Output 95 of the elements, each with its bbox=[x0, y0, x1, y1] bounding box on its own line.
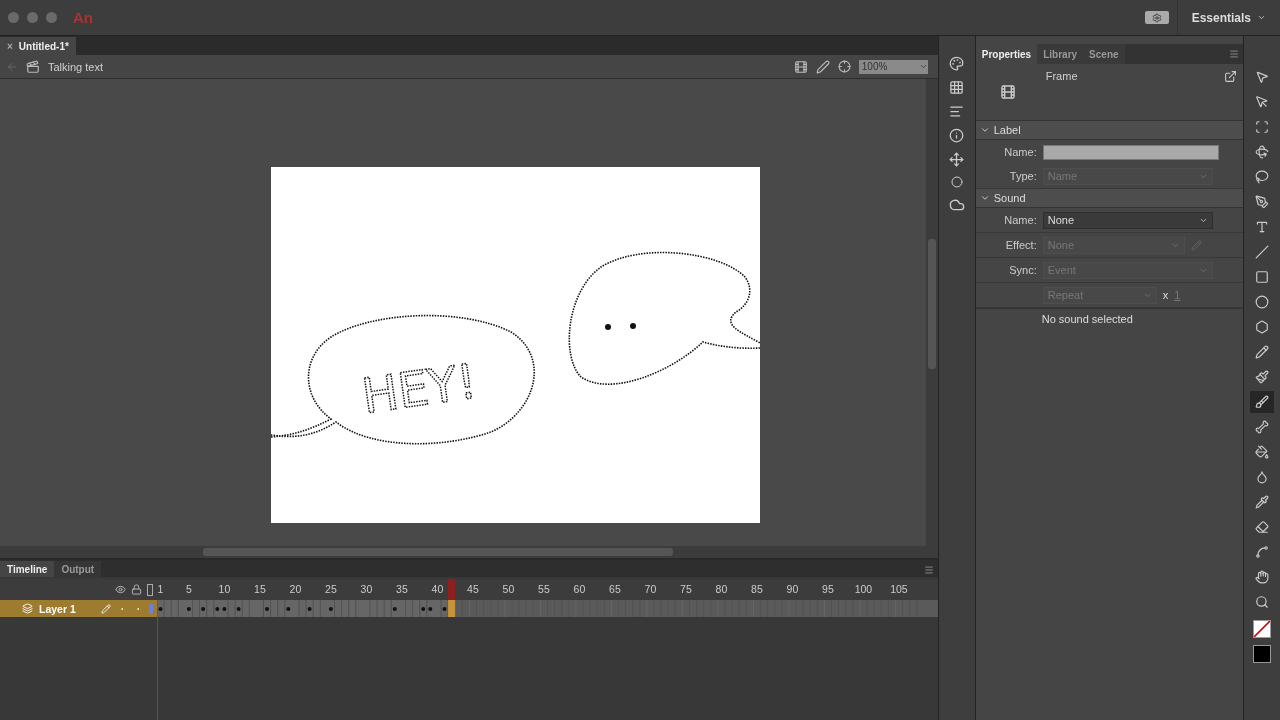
align-icon[interactable] bbox=[949, 104, 965, 119]
field-label: Sync: bbox=[1008, 264, 1037, 276]
panel-tab[interactable]: Library bbox=[1037, 44, 1084, 64]
frame-number: 95 bbox=[822, 583, 834, 595]
frame-cells-drawing[interactable] bbox=[157, 600, 938, 617]
frame-number: 25 bbox=[325, 583, 337, 595]
grid-icon[interactable] bbox=[949, 80, 965, 95]
lock-icon[interactable] bbox=[131, 584, 142, 595]
eyes-drawing bbox=[605, 323, 636, 330]
eraser-icon bbox=[1255, 520, 1270, 534]
close-icon[interactable]: × bbox=[7, 40, 13, 52]
document-title: Untitled-1* bbox=[18, 40, 69, 52]
frame-icon[interactable] bbox=[999, 84, 1016, 100]
arrow-icon bbox=[1255, 70, 1270, 84]
frame-number: 15 bbox=[254, 583, 266, 595]
pencil-icon bbox=[1255, 345, 1270, 359]
sync-settings-icon[interactable] bbox=[1144, 11, 1169, 24]
hexagon-icon bbox=[1255, 320, 1270, 334]
tool-button[interactable] bbox=[1250, 391, 1275, 413]
text-icon bbox=[1255, 220, 1270, 234]
pointer-icon bbox=[1255, 95, 1270, 109]
zoom-field[interactable]: 100% bbox=[858, 59, 928, 74]
pen-icon bbox=[1255, 195, 1270, 209]
sphere-icon bbox=[1255, 145, 1270, 159]
caret-icon bbox=[918, 62, 928, 71]
frame-number: 75 bbox=[680, 583, 692, 595]
help-icon[interactable] bbox=[1224, 70, 1238, 83]
frame-number: 80 bbox=[715, 583, 728, 595]
fill-color-swatch[interactable] bbox=[1253, 645, 1272, 663]
app-logo: An bbox=[73, 9, 93, 26]
frame-number: 55 bbox=[538, 583, 550, 595]
panel-title: Frame bbox=[1045, 70, 1078, 84]
brush-icon bbox=[1255, 395, 1270, 409]
eye-icon[interactable] bbox=[115, 584, 126, 595]
panel-tab[interactable]: Properties bbox=[975, 44, 1038, 64]
bone-icon bbox=[1255, 420, 1270, 434]
panel-tab[interactable]: Scene bbox=[1083, 44, 1125, 64]
document-tab[interactable]: × Untitled-1* bbox=[0, 37, 76, 55]
search-icon bbox=[1255, 595, 1270, 609]
frame-number: 100 bbox=[854, 583, 873, 595]
circle-icon bbox=[1255, 295, 1270, 309]
frame-number: 70 bbox=[644, 583, 657, 595]
dropdown[interactable]: None bbox=[1042, 211, 1213, 229]
frame-number: 45 bbox=[467, 583, 479, 595]
stroke-color-swatch[interactable] bbox=[1253, 620, 1272, 638]
name-field[interactable] bbox=[1042, 144, 1219, 160]
outline-icon[interactable] bbox=[147, 583, 153, 596]
field-label: Effect: bbox=[1004, 239, 1037, 251]
stage-text: HEY! bbox=[358, 352, 481, 424]
frame-number: 30 bbox=[360, 583, 373, 595]
field-label: Name: bbox=[1003, 146, 1037, 158]
info-icon[interactable] bbox=[949, 128, 965, 143]
frame-number: 40 bbox=[431, 583, 444, 595]
layer-icon[interactable] bbox=[22, 603, 33, 614]
hand-icon bbox=[1255, 570, 1270, 584]
layer-color-icon[interactable] bbox=[149, 603, 153, 614]
frame-number: 1 bbox=[157, 583, 164, 595]
field-label: Type: bbox=[1008, 170, 1037, 182]
line-icon bbox=[1255, 245, 1270, 259]
section-header[interactable]: Label bbox=[975, 121, 1244, 140]
layer-name[interactable]: Layer 1 bbox=[39, 602, 76, 615]
drop-icon bbox=[1255, 470, 1270, 484]
frame-number: 65 bbox=[609, 583, 621, 595]
panel-tab[interactable]: Timeline bbox=[0, 561, 55, 577]
lasso-icon bbox=[1255, 170, 1270, 184]
curve-icon bbox=[1255, 545, 1270, 559]
rectangle-icon bbox=[1255, 270, 1270, 284]
times-sign: x bbox=[1162, 289, 1169, 301]
frame-number: 20 bbox=[289, 583, 302, 595]
cloud-icon[interactable] bbox=[948, 197, 965, 213]
transform-icon[interactable] bbox=[949, 152, 965, 167]
center-stage-icon[interactable] bbox=[837, 60, 851, 73]
frame-number: 10 bbox=[218, 583, 231, 595]
frame-number: 35 bbox=[396, 583, 408, 595]
caret-icon bbox=[979, 125, 990, 135]
frame-number: 60 bbox=[573, 583, 586, 595]
scene-name: Talking text bbox=[48, 60, 104, 73]
frame-number: 5 bbox=[185, 583, 192, 595]
palette-icon[interactable] bbox=[949, 56, 965, 71]
workspace-switcher[interactable]: Essentials bbox=[1176, 0, 1272, 35]
field-label: Name: bbox=[1003, 214, 1037, 226]
transform-icon bbox=[1255, 120, 1270, 134]
caret-icon bbox=[979, 193, 990, 203]
layer-row[interactable]: Layer 1 bbox=[0, 600, 157, 617]
frame-number: 90 bbox=[786, 583, 799, 595]
caret-icon bbox=[1257, 13, 1266, 22]
status-text: No sound selected bbox=[975, 308, 1244, 325]
frame-number: 105 bbox=[890, 583, 908, 595]
paintbrush-icon bbox=[1255, 370, 1270, 384]
section-header[interactable]: Sound bbox=[975, 189, 1244, 208]
frame-number: 85 bbox=[751, 583, 763, 595]
panel-tab[interactable]: Output bbox=[54, 561, 102, 577]
frame-number: 50 bbox=[502, 583, 515, 595]
eyedropper-icon bbox=[1255, 495, 1270, 509]
bucket-icon bbox=[1255, 445, 1270, 459]
